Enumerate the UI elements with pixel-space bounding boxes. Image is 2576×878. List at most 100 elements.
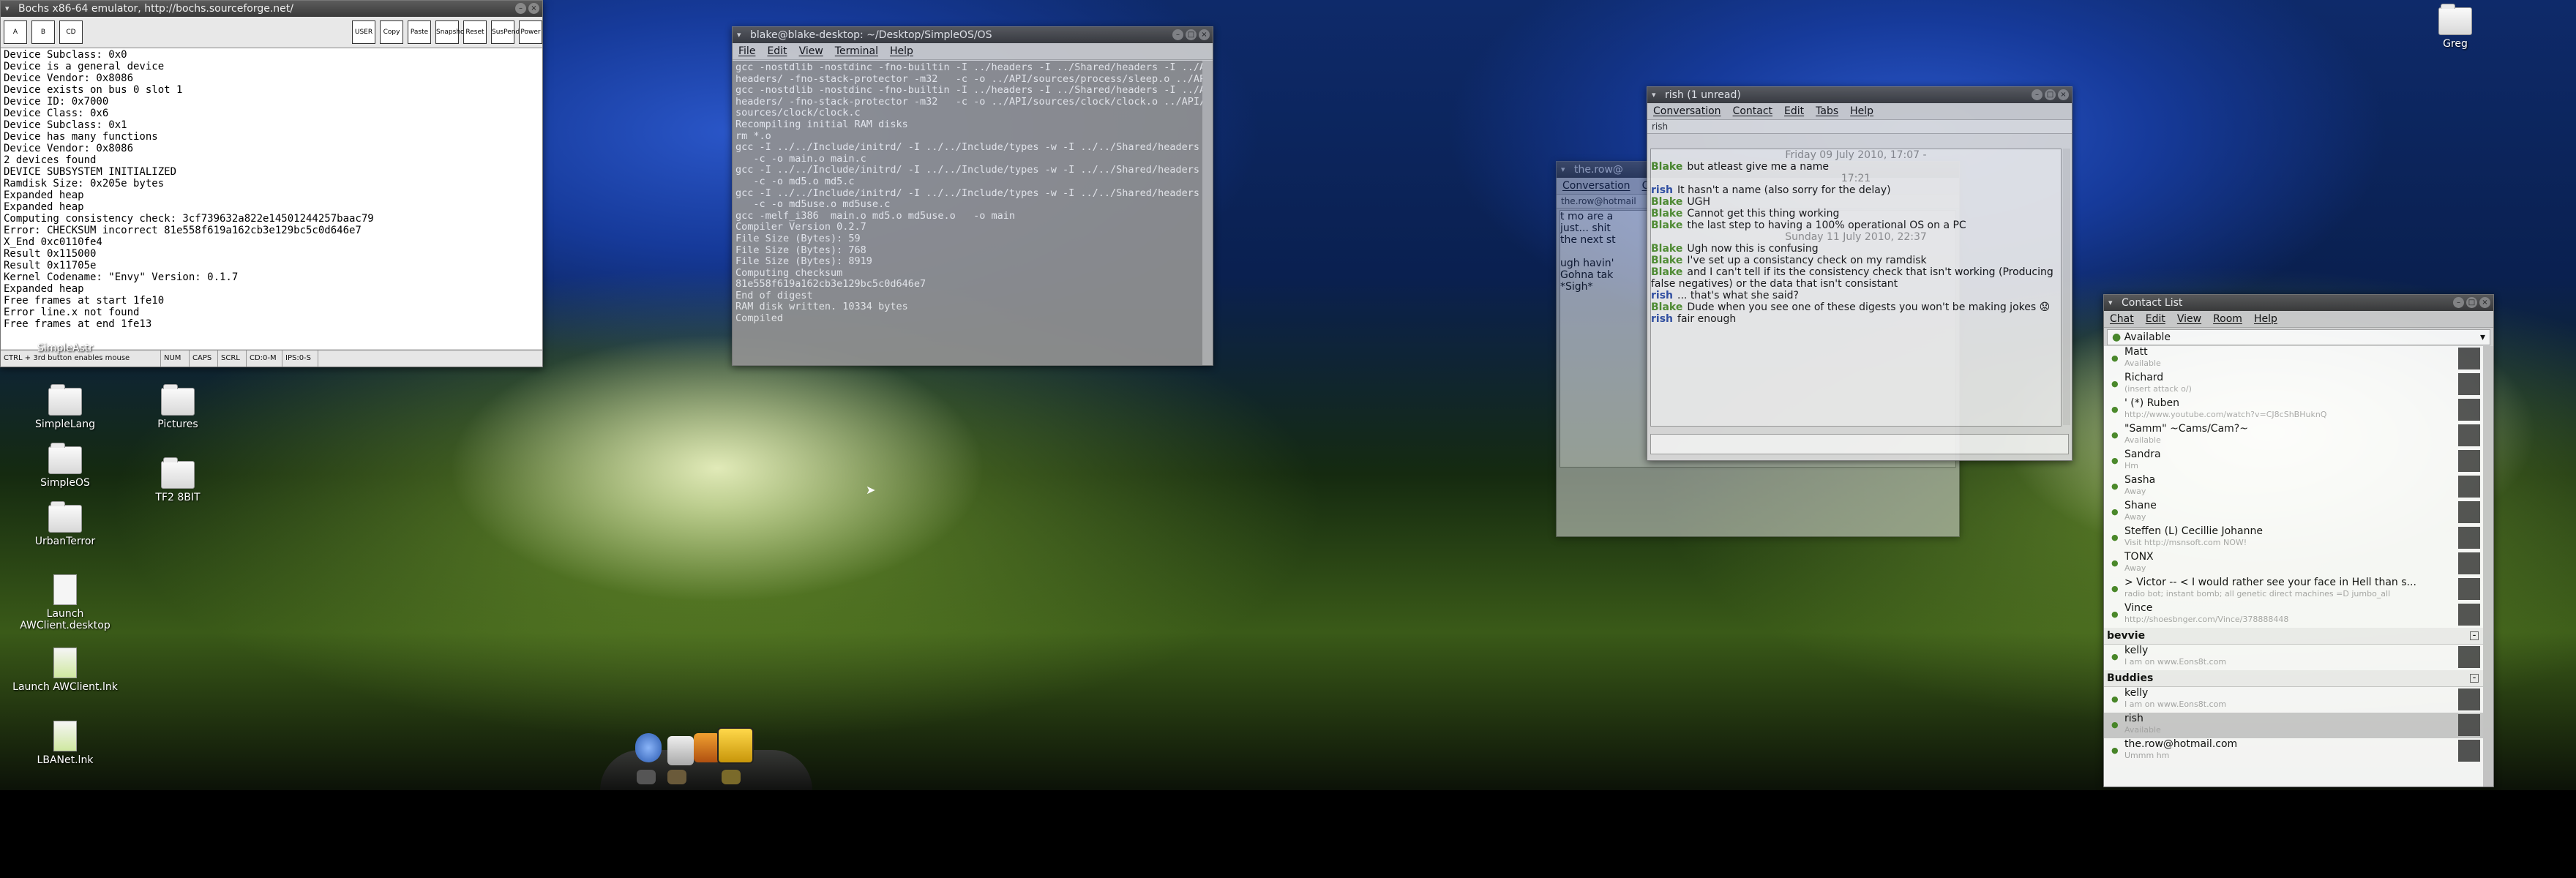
file-icon bbox=[53, 574, 77, 605]
message-sender: rish bbox=[1651, 184, 1674, 196]
buddy-row[interactable]: ● TONX Away bbox=[2104, 551, 2483, 577]
menu-file[interactable]: File bbox=[738, 43, 755, 59]
desktop-icon-pictures[interactable]: Pictures bbox=[123, 384, 233, 430]
chat-titlebar[interactable]: ▾ rish (1 unread) – □ × bbox=[1647, 87, 2072, 103]
menu-view[interactable]: View bbox=[2177, 311, 2201, 327]
dock-small-icon[interactable] bbox=[722, 770, 741, 784]
minimize-button[interactable]: – bbox=[515, 3, 526, 14]
snapshot-button[interactable]: Snapshot bbox=[435, 20, 467, 44]
terminal-output[interactable]: gcc -nostdlib -nostdinc -fno-builtin -I … bbox=[733, 61, 1202, 365]
firefox-launcher-icon[interactable] bbox=[694, 733, 720, 762]
floppy-a-icon[interactable]: A bbox=[4, 20, 27, 44]
dock-small-icon[interactable] bbox=[637, 770, 656, 784]
menu-conversation[interactable]: Conversation bbox=[1562, 178, 1630, 194]
group-header-bevvie[interactable]: bevvie – bbox=[2104, 628, 2483, 645]
menu-help[interactable]: Help bbox=[1850, 103, 1873, 119]
maximize-button[interactable]: □ bbox=[2045, 89, 2056, 100]
buddy-row[interactable]: ● kelly I am on www.Eons8t.com bbox=[2104, 687, 2483, 713]
menu-help[interactable]: Help bbox=[2254, 311, 2277, 327]
suspend-button[interactable]: SusPend bbox=[491, 20, 520, 44]
maximize-button[interactable]: □ bbox=[2466, 297, 2477, 308]
window-menu-icon[interactable]: ▾ bbox=[1561, 162, 1565, 178]
cdrom-icon[interactable]: CD bbox=[59, 20, 83, 44]
close-button[interactable]: × bbox=[2479, 297, 2490, 308]
copy-button[interactable]: Copy bbox=[380, 20, 403, 44]
floppy-b-icon[interactable]: B bbox=[31, 20, 55, 44]
terminal-line: -c -o md5.o md5.c bbox=[735, 175, 855, 187]
terminal-scrollbar[interactable] bbox=[1202, 61, 1213, 365]
menu-tabs[interactable]: Tabs bbox=[1816, 103, 1838, 119]
collapse-icon[interactable]: – bbox=[2470, 631, 2479, 640]
desktop-icon-simpleos[interactable]: SimpleOS bbox=[10, 443, 120, 489]
desktop-icon-urbanterror[interactable]: UrbanTerror bbox=[10, 501, 120, 547]
buddy-row[interactable]: ● Steffen (L) Cecillie Johanne Visit http:… bbox=[2104, 525, 2483, 551]
close-button[interactable]: × bbox=[528, 3, 539, 14]
contacts-scrollbar[interactable] bbox=[2483, 346, 2493, 787]
active-app-launcher-icon[interactable] bbox=[717, 727, 754, 764]
terminal-line: sources/clock/clock.c bbox=[735, 107, 861, 119]
buddy-row[interactable]: ● Sandra Hm bbox=[2104, 449, 2483, 474]
balloons-launcher-icon[interactable] bbox=[635, 733, 662, 762]
menu-edit[interactable]: Edit bbox=[767, 43, 787, 59]
contact-list-window: ▾ Contact List – □ × Chat Edit View Room H… bbox=[2103, 294, 2494, 787]
status-selector[interactable]: ● Available ▾ bbox=[2107, 329, 2490, 345]
minimize-button[interactable]: – bbox=[2453, 297, 2464, 308]
paste-button[interactable]: Paste bbox=[408, 20, 431, 44]
terminal-line: headers/ -fno-stack-protector -m32 -c -o… bbox=[735, 72, 1202, 85]
maximize-button[interactable]: □ bbox=[1186, 29, 1197, 40]
menu-view[interactable]: View bbox=[799, 43, 823, 59]
buddy-row[interactable]: ● Richard (insert attack o/) bbox=[2104, 372, 2483, 397]
desktop-icon-simplelang[interactable]: SimpleLang bbox=[10, 384, 120, 430]
reset-button[interactable]: Reset bbox=[463, 20, 487, 44]
buddy-row[interactable]: ● ' (*) Ruben http://www.youtube.com/watch… bbox=[2104, 397, 2483, 423]
close-button[interactable]: × bbox=[1199, 29, 1210, 40]
buddy-row[interactable]: ● rish Available bbox=[2104, 713, 2483, 738]
bochs-titlebar[interactable]: ▾ Bochs x86-64 emulator, http://bochs.so… bbox=[1, 1, 542, 17]
mail-launcher-icon[interactable] bbox=[667, 736, 694, 765]
buddy-row[interactable]: ● Shane Away bbox=[2104, 500, 2483, 525]
chat-tab-rish[interactable]: rish bbox=[1647, 120, 2072, 134]
contacts-titlebar[interactable]: ▾ Contact List – □ × bbox=[2104, 295, 2493, 311]
window-menu-icon[interactable]: ▾ bbox=[737, 27, 741, 43]
desktop-icon-lbanet-lnk[interactable]: LBANet.lnk bbox=[10, 721, 120, 766]
user-button[interactable]: USER bbox=[352, 20, 375, 44]
buddy-row[interactable]: ● kelly I am on www.Eons8t.com bbox=[2104, 645, 2483, 670]
collapse-icon[interactable]: – bbox=[2470, 674, 2479, 683]
chat-message-input[interactable] bbox=[1650, 434, 2069, 454]
menu-terminal[interactable]: Terminal bbox=[835, 43, 878, 59]
desktop-icon-simpleastr[interactable]: SimpleAstr bbox=[10, 342, 120, 354]
menu-conversation[interactable]: Conversation bbox=[1653, 103, 1721, 119]
minimize-button[interactable]: – bbox=[1172, 29, 1183, 40]
dock-small-icon[interactable] bbox=[667, 770, 686, 784]
buddy-row[interactable]: ● Sasha Away bbox=[2104, 474, 2483, 500]
group-header-buddies[interactable]: Buddies – bbox=[2104, 670, 2483, 687]
buddy-row[interactable]: ● "Samm" ~Cams/Cam?~ Available bbox=[2104, 423, 2483, 449]
buddy-row[interactable]: ● > Victor -- < I would rather see your f… bbox=[2104, 577, 2483, 602]
terminal-line: gcc -I ../../Include/initrd/ -I ../../In… bbox=[735, 141, 1199, 154]
desktop-icon-greg[interactable]: Greg bbox=[2400, 4, 2510, 50]
window-menu-icon[interactable]: ▾ bbox=[1652, 87, 1656, 103]
menu-edit[interactable]: Edit bbox=[1784, 103, 1804, 119]
window-menu-icon[interactable]: ▾ bbox=[5, 1, 10, 17]
chat-scrollbar[interactable] bbox=[2063, 149, 2070, 425]
message-sender: Blake bbox=[1651, 243, 1683, 255]
buddy-row[interactable]: ● Matt Available bbox=[2104, 346, 2483, 372]
desktop-icon-tf2-8bit[interactable]: TF2 8BIT bbox=[123, 457, 233, 503]
buddy-row[interactable]: ● Vince http://shoesbnger.com/Vince/378888… bbox=[2104, 602, 2483, 628]
minimize-button[interactable]: – bbox=[2032, 89, 2043, 100]
message-sender: Blake bbox=[1651, 196, 1683, 208]
power-button[interactable]: Power bbox=[519, 20, 542, 44]
close-button[interactable]: × bbox=[2058, 89, 2069, 100]
terminal-titlebar[interactable]: ▾ blake@blake-desktop: ~/Desktop/SimpleO… bbox=[733, 27, 1213, 43]
desktop-icon-launch-awclient-desktop[interactable]: Launch AWClient.desktop bbox=[10, 574, 120, 631]
window-menu-icon[interactable]: ▾ bbox=[2108, 295, 2113, 311]
buddy-row[interactable]: ● the.row@hotmail.com Ummm hm bbox=[2104, 738, 2483, 764]
bochs-console[interactable]: Device Subclass: 0x0 Device is a general … bbox=[1, 48, 542, 349]
desktop-icon-launch-awclient-lnk[interactable]: Launch AWClient.lnk bbox=[10, 648, 120, 693]
menu-help[interactable]: Help bbox=[890, 43, 913, 59]
menu-room[interactable]: Room bbox=[2213, 311, 2242, 327]
buddy-name: Sasha bbox=[2124, 474, 2156, 486]
menu-edit[interactable]: Edit bbox=[2146, 311, 2165, 327]
menu-chat[interactable]: Chat bbox=[2110, 311, 2134, 327]
menu-contact[interactable]: Contact bbox=[1733, 103, 1772, 119]
